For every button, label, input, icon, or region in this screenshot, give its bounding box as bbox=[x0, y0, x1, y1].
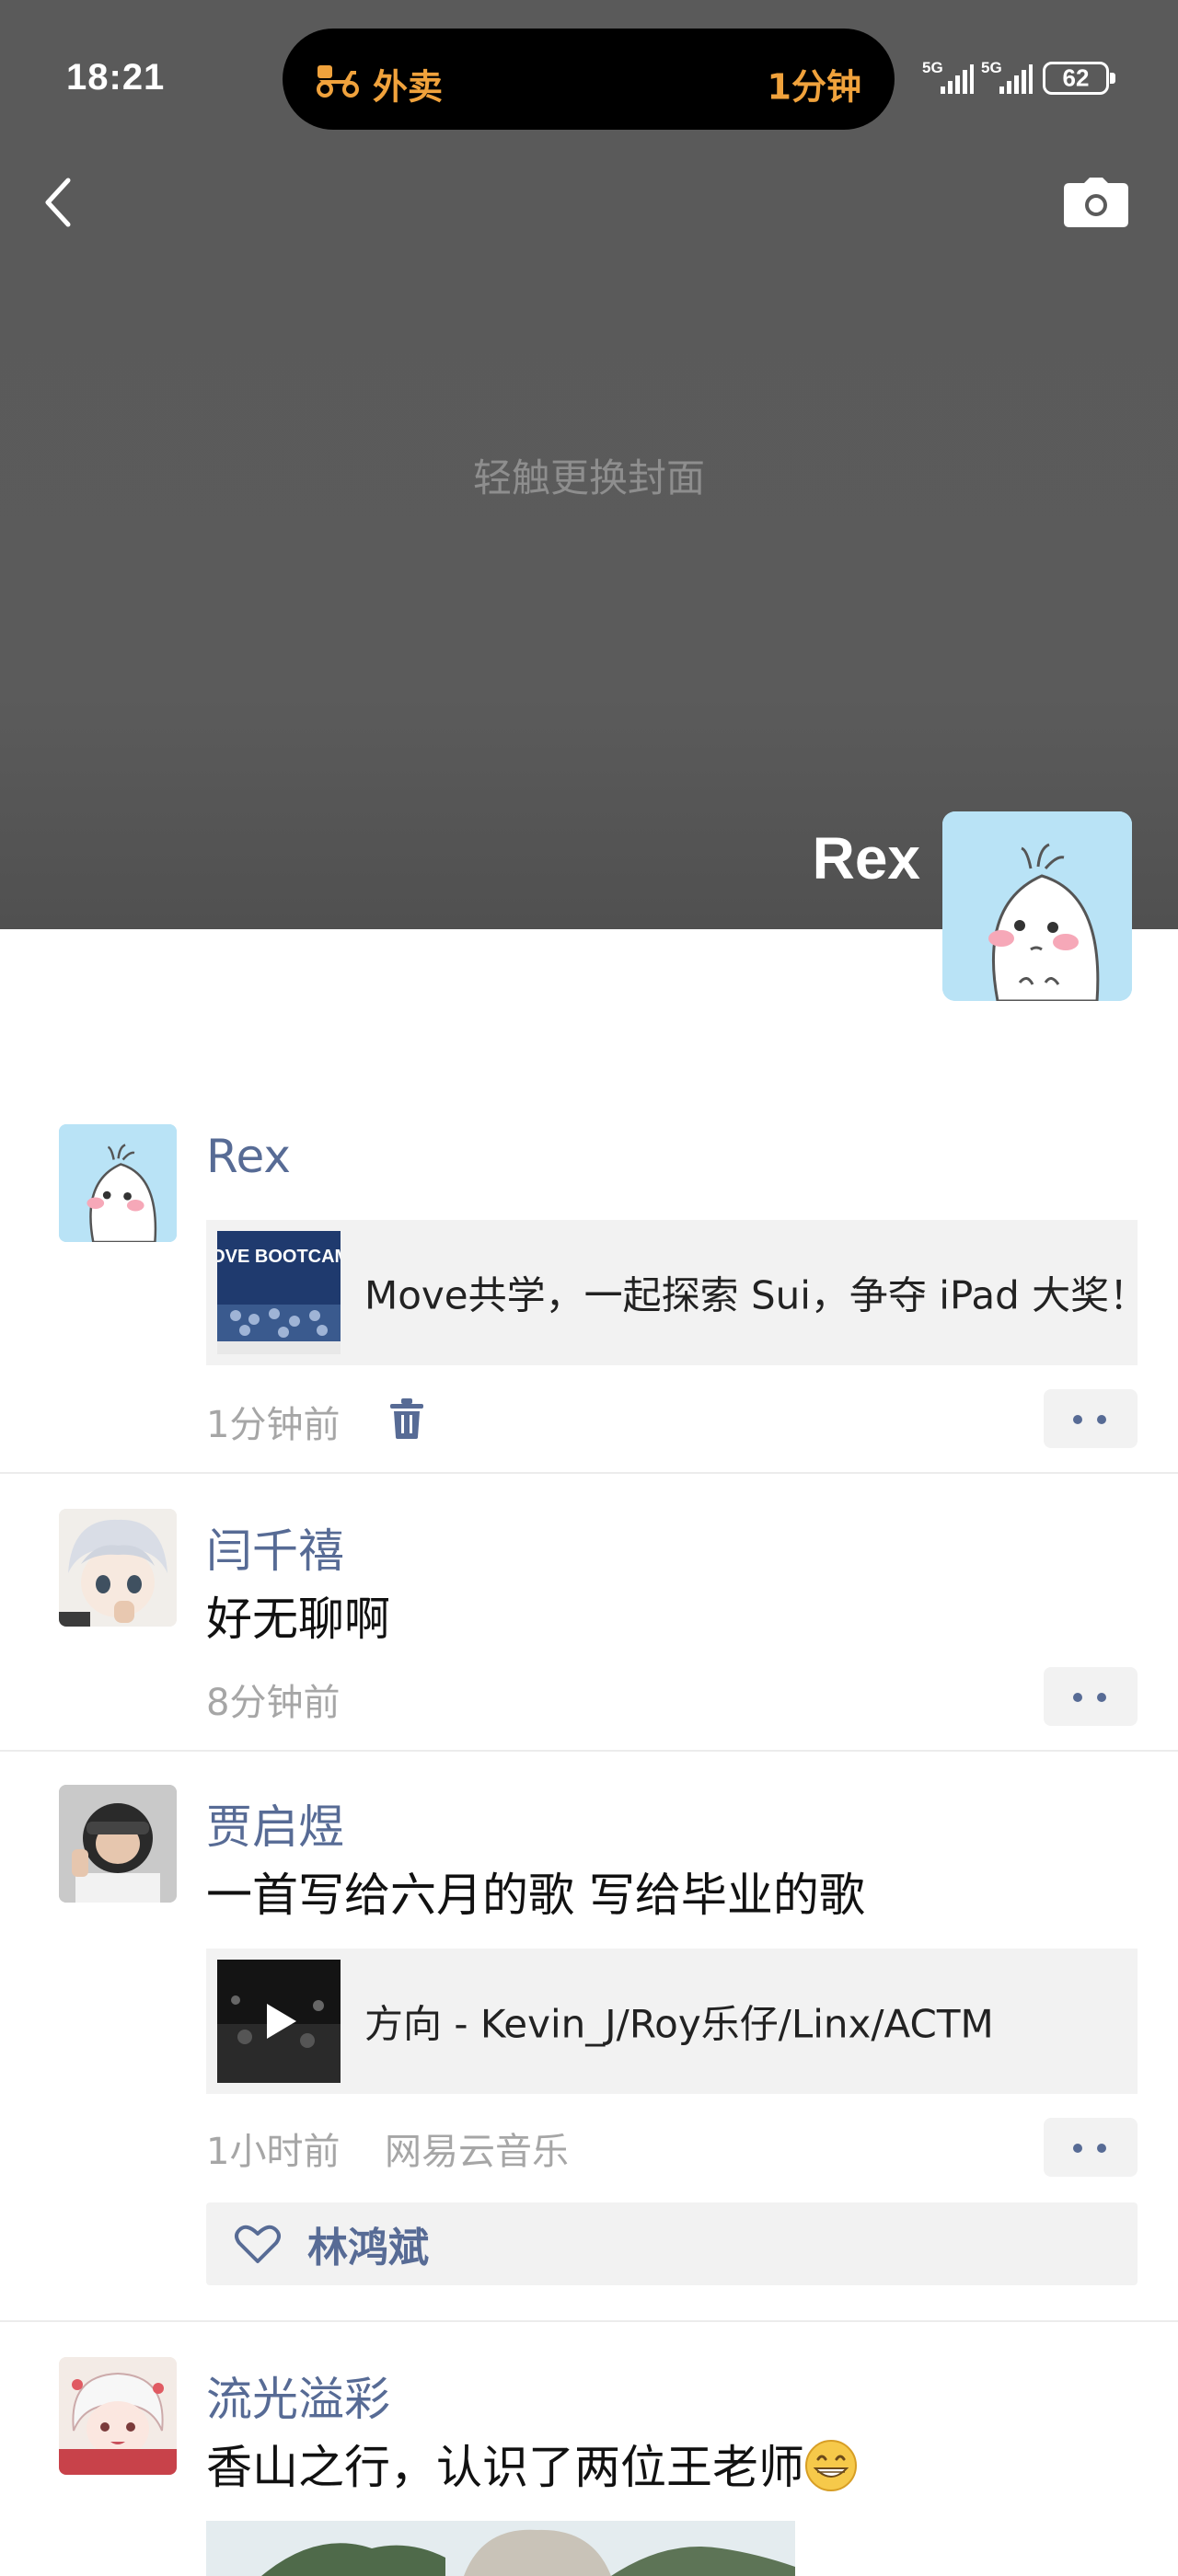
back-arrow-icon[interactable] bbox=[37, 175, 83, 230]
trash-icon[interactable] bbox=[390, 1398, 423, 1439]
signal-bars-icon bbox=[999, 64, 1033, 94]
more-options-button[interactable] bbox=[1044, 1667, 1138, 1726]
status-bar: 18:21 外卖 1分钟 5G 5G 62 bbox=[0, 0, 1178, 156]
signal-bars-icon bbox=[941, 64, 974, 94]
poster-name[interactable]: 闫千禧 bbox=[206, 1514, 344, 1581]
music-share-card[interactable]: 方向 - Kevin_J/Roy乐仔/Linx/ACTM bbox=[206, 1949, 1138, 2094]
scooter-icon bbox=[317, 65, 359, 98]
signal-1: 5G bbox=[922, 59, 977, 98]
cartoon-avatar-icon bbox=[59, 1124, 177, 1242]
profile-name: Rex bbox=[812, 825, 920, 891]
avatar[interactable] bbox=[59, 2357, 177, 2475]
status-time: 18:21 bbox=[66, 57, 166, 98]
grin-emoji-icon bbox=[805, 2440, 857, 2491]
divider bbox=[0, 1750, 1178, 1752]
poster-name[interactable]: Rex bbox=[206, 1130, 291, 1183]
divider bbox=[0, 1472, 1178, 1474]
heart-icon bbox=[235, 2225, 281, 2263]
profile-avatar[interactable] bbox=[942, 811, 1132, 1001]
avatar[interactable] bbox=[59, 1124, 177, 1242]
avatar[interactable] bbox=[59, 1509, 177, 1627]
album-cover bbox=[217, 1960, 341, 2083]
delivery-eta: 1分钟 bbox=[767, 66, 861, 108]
poster-name[interactable]: 贾启煜 bbox=[206, 1790, 344, 1857]
song-title: 方向 - Kevin_J/Roy乐仔/Linx/ACTM bbox=[364, 2001, 994, 2047]
cover-area[interactable]: 18:21 外卖 1分钟 5G 5G 62 轻触更换封面 Rex bbox=[0, 0, 1178, 929]
signal-2: 5G bbox=[981, 59, 1036, 98]
link-thumbnail: MOVE BOOTCAMP bbox=[217, 1231, 341, 1354]
landscape-photo-icon bbox=[206, 2521, 795, 2576]
cartoon-avatar-icon bbox=[942, 811, 1132, 1001]
helmet-kid-avatar-icon bbox=[59, 1785, 177, 1903]
link-title: Move共学，一起探索 Sui，争夺 iPad 大奖！ bbox=[364, 1272, 1149, 1318]
post-text: 一首写给六月的歌 写给毕业的歌 bbox=[206, 1869, 865, 1922]
dynamic-island-delivery[interactable]: 外卖 1分钟 bbox=[283, 29, 895, 130]
more-options-button[interactable] bbox=[1044, 1389, 1138, 1448]
post-time: 1分钟前 bbox=[206, 1404, 341, 1446]
more-options-button[interactable] bbox=[1044, 2118, 1138, 2177]
bootcamp-poster-icon: MOVE BOOTCAMP bbox=[217, 1231, 341, 1354]
battery-icon: 62 bbox=[1043, 62, 1115, 95]
poster-name[interactable]: 流光溢彩 bbox=[206, 2363, 390, 2429]
liker-name[interactable]: 林鸿斌 bbox=[307, 2214, 429, 2273]
camera-icon[interactable] bbox=[1064, 178, 1128, 227]
delivery-label: 外卖 bbox=[373, 66, 444, 108]
divider bbox=[0, 2320, 1178, 2322]
post-source[interactable]: 网易云音乐 bbox=[385, 2122, 569, 2175]
album-cover-icon bbox=[217, 1960, 341, 2083]
post-text: 香山之行，认识了两位王老师 bbox=[206, 2431, 858, 2497]
likes-bar: 林鸿斌 bbox=[206, 2202, 1138, 2285]
poster-text: MOVE BOOTCAMP bbox=[217, 1247, 341, 1267]
post-photo[interactable] bbox=[206, 2521, 795, 2576]
post-time: 1小时前 bbox=[206, 2131, 341, 2173]
post-text-content: 香山之行，认识了两位王老师 bbox=[206, 2441, 804, 2494]
change-cover-hint[interactable]: 轻触更换封面 bbox=[0, 447, 1178, 503]
post-time: 8分钟前 bbox=[206, 1682, 341, 1724]
anime-girl-avatar-icon bbox=[59, 2357, 177, 2475]
battery-level: 62 bbox=[1062, 63, 1090, 92]
avatar[interactable] bbox=[59, 1785, 177, 1903]
shared-link-card[interactable]: MOVE BOOTCAMP Move共学，一起探索 Sui，争夺 iPad 大奖… bbox=[206, 1220, 1148, 1365]
anime-boy-avatar-icon bbox=[59, 1509, 177, 1627]
post-text: 好无聊啊 bbox=[206, 1593, 390, 1646]
